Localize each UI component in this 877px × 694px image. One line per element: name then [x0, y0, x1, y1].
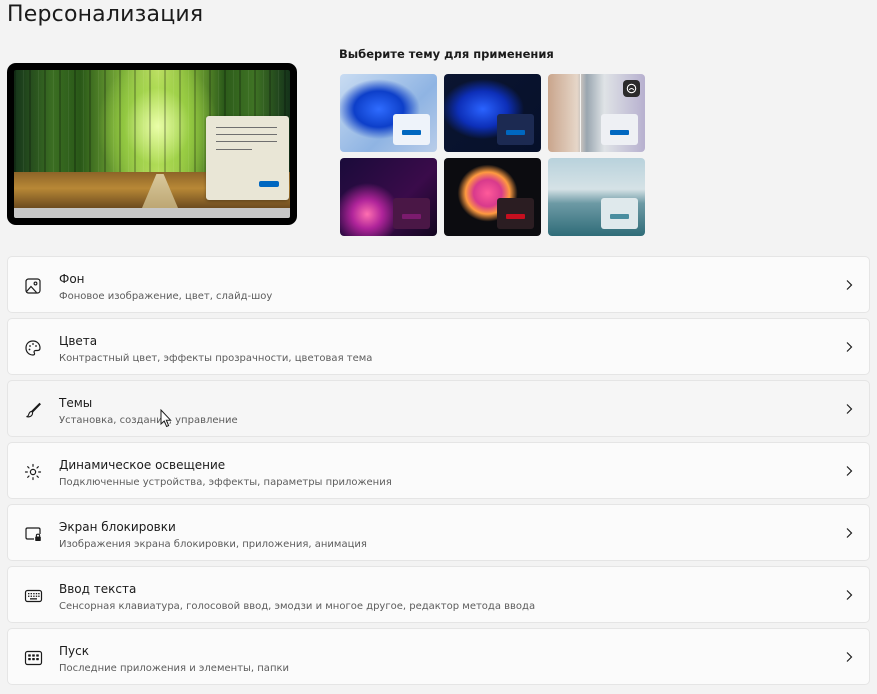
setting-title: Ввод текста: [59, 582, 137, 596]
preview-wallpaper: [14, 70, 290, 218]
theme-preview: [7, 63, 297, 225]
setting-description: Установка, создание, управление: [59, 415, 238, 426]
contrast-theme-icon: [623, 80, 640, 97]
themes-label: Выберите тему для применения: [339, 47, 554, 61]
chevron-right-icon: [846, 652, 853, 662]
palette-icon: [23, 338, 43, 358]
setting-lock-screen[interactable]: Экран блокировки Изображения экрана блок…: [7, 504, 870, 561]
page-title: Персонализация: [7, 2, 204, 27]
chevron-right-icon: [846, 466, 853, 476]
setting-title: Динамическое освещение: [59, 458, 226, 472]
setting-text-input[interactable]: Ввод текста Сенсорная клавиатура, голосо…: [7, 566, 870, 623]
brush-icon: [23, 400, 43, 420]
setting-start[interactable]: Пуск Последние приложения и элементы, па…: [7, 628, 870, 685]
setting-themes[interactable]: Темы Установка, создание, управление: [7, 380, 870, 437]
setting-description: Сенсорная клавиатура, голосовой ввод, эм…: [59, 601, 536, 612]
preview-taskbar: [14, 208, 290, 218]
setting-description: Последние приложения и элементы, папки: [59, 663, 290, 674]
setting-colors[interactable]: Цвета Контрастный цвет, эффекты прозрачн…: [7, 318, 870, 375]
theme-tile-light[interactable]: [340, 74, 437, 152]
setting-description: Изображения экрана блокировки, приложени…: [59, 539, 367, 550]
preview-accent-button: [259, 181, 279, 187]
theme-tile-flow[interactable]: [548, 158, 645, 236]
chevron-right-icon: [846, 528, 853, 538]
setting-title: Пуск: [59, 644, 89, 658]
image-icon: [23, 276, 43, 296]
setting-dynamic-lighting[interactable]: Динамическое освещение Подключенные устр…: [7, 442, 870, 499]
start-icon: [23, 648, 43, 668]
chevron-right-icon: [846, 342, 853, 352]
chevron-right-icon: [846, 280, 853, 290]
setting-description: Контрастный цвет, эффекты прозрачности, …: [59, 353, 373, 364]
lock-screen-icon: [23, 524, 43, 544]
preview-window: [206, 116, 289, 200]
chevron-right-icon: [846, 590, 853, 600]
setting-title: Фон: [59, 272, 85, 286]
mouse-cursor-icon: [160, 409, 172, 428]
theme-grid: [340, 74, 645, 236]
dynamic-lighting-icon: [23, 462, 43, 482]
setting-background[interactable]: Фон Фоновое изображение, цвет, слайд-шоу: [7, 256, 870, 313]
setting-description: Подключенные устройства, эффекты, параме…: [59, 477, 392, 488]
settings-list: Фон Фоновое изображение, цвет, слайд-шоу…: [7, 256, 870, 690]
setting-title: Цвета: [59, 334, 98, 348]
theme-tile-dark[interactable]: [444, 74, 541, 152]
theme-tile-captured-motion[interactable]: [444, 158, 541, 236]
keyboard-icon: [23, 586, 43, 606]
theme-tile-glow[interactable]: [548, 74, 645, 152]
setting-title: Экран блокировки: [59, 520, 176, 534]
chevron-right-icon: [846, 404, 853, 414]
theme-tile-bloom[interactable]: [340, 158, 437, 236]
setting-title: Темы: [59, 396, 93, 410]
setting-description: Фоновое изображение, цвет, слайд-шоу: [59, 291, 273, 302]
